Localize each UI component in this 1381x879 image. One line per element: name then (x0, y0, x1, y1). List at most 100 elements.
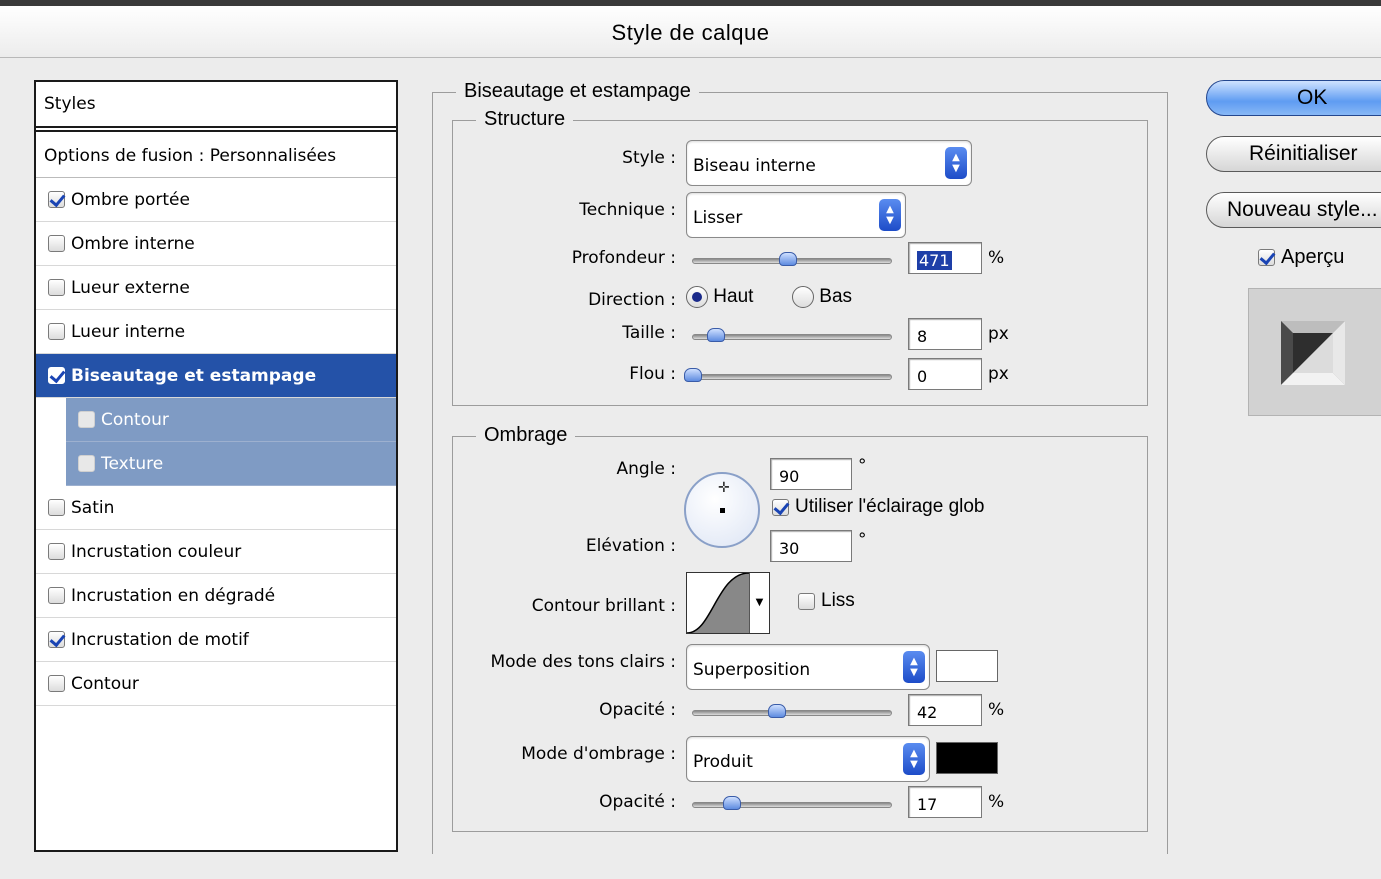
style-item-gradient-overlay[interactable]: Incrustation en dégradé (36, 574, 396, 618)
style-item-label: Biseautage et estampage (71, 365, 317, 386)
inner-shadow-checkbox[interactable] (48, 235, 65, 252)
color-overlay-checkbox[interactable] (48, 543, 65, 560)
slider-thumb[interactable] (768, 704, 786, 718)
inner-glow-checkbox[interactable] (48, 323, 65, 340)
select-arrows-icon: ▲ ▼ (903, 743, 925, 775)
bevel-preview-icon (1281, 321, 1345, 385)
style-item-contour-sub[interactable]: Contour (66, 398, 396, 442)
highlight-opacity-slider[interactable] (692, 704, 892, 720)
drop-shadow-checkbox[interactable] (48, 191, 65, 208)
satin-checkbox[interactable] (48, 499, 65, 516)
shadow-mode-label: Mode d'ombrage : (521, 744, 676, 764)
dialog-titlebar: Style de calque (0, 0, 1381, 58)
angle-input[interactable]: 90 (770, 458, 852, 490)
select-arrows-icon: ▲ ▼ (945, 147, 967, 179)
slider-track (692, 802, 892, 808)
style-item-label: Lueur interne (71, 321, 186, 342)
style-item-texture[interactable]: Texture (66, 442, 396, 486)
highlight-opacity-input[interactable]: 42 (908, 694, 982, 726)
blur-input[interactable]: 0 (908, 358, 982, 390)
shadow-opacity-input[interactable]: 17 (908, 786, 982, 818)
new-style-button[interactable]: Nouveau style... (1206, 192, 1381, 228)
ok-button[interactable]: OK (1206, 80, 1381, 116)
slider-thumb[interactable] (707, 328, 725, 342)
depth-label: Profondeur : (571, 248, 676, 268)
pattern-overlay-checkbox[interactable] (48, 631, 65, 648)
slider-thumb[interactable] (723, 796, 741, 810)
global-light-checkbox[interactable] (772, 498, 789, 516)
elevation-value: 30 (779, 539, 800, 558)
global-light-option[interactable]: Utiliser l'éclairage glob (772, 496, 985, 518)
style-label: Style : (622, 148, 676, 168)
bevel-emboss-checkbox[interactable] (48, 367, 65, 384)
slider-thumb[interactable] (684, 368, 702, 382)
crosshair-icon: ✛ (718, 480, 730, 496)
reset-button[interactable]: Réinitialiser (1206, 136, 1381, 172)
shadow-mode-select[interactable]: Produit ▲ ▼ (686, 736, 930, 782)
stroke-checkbox[interactable] (48, 675, 65, 692)
style-item-color-overlay[interactable]: Incrustation couleur (36, 530, 396, 574)
gloss-contour-label: Contour brillant : (531, 596, 676, 616)
gradient-overlay-checkbox[interactable] (48, 587, 65, 604)
blending-options-item[interactable]: Options de fusion : Personnalisées (36, 130, 396, 178)
style-item-satin[interactable]: Satin (36, 486, 396, 530)
angle-dial-center (720, 508, 725, 513)
antialias-checkbox[interactable] (798, 592, 815, 610)
style-select-value: Biseau interne (693, 156, 816, 176)
elevation-label: Elévation : (585, 536, 676, 556)
size-input[interactable]: 8 (908, 318, 982, 350)
style-item-outer-glow[interactable]: Lueur externe (36, 266, 396, 310)
technique-select[interactable]: Lisser ▲ ▼ (686, 192, 906, 238)
global-light-label: Utiliser l'éclairage glob (795, 496, 985, 517)
depth-slider[interactable] (692, 252, 892, 268)
highlight-opacity-value: 42 (917, 703, 938, 722)
style-item-label: Satin (71, 497, 115, 518)
preview-option[interactable]: Aperçu (1258, 246, 1344, 269)
style-select[interactable]: Biseau interne ▲ ▼ (686, 140, 972, 186)
highlight-color-swatch[interactable] (936, 650, 998, 682)
direction-down-radio[interactable] (791, 286, 814, 308)
style-item-bevel-emboss[interactable]: Biseautage et estampage (36, 354, 396, 398)
shadow-opacity-unit: % (988, 792, 1005, 812)
preview-checkbox[interactable] (1258, 249, 1275, 266)
angle-dial[interactable]: ✛ (684, 472, 760, 548)
styles-list: Styles Options de fusion : Personnalisée… (34, 80, 398, 852)
preview-label: Aperçu (1281, 246, 1345, 268)
blur-slider[interactable] (684, 368, 892, 384)
slider-thumb[interactable] (779, 252, 797, 266)
gloss-contour-picker[interactable]: ▼ (686, 572, 770, 634)
chevron-down-icon[interactable]: ▼ (749, 573, 769, 633)
shadow-opacity-slider[interactable] (692, 796, 892, 812)
highlight-mode-select[interactable]: Superposition ▲ ▼ (686, 644, 930, 690)
shadow-color-swatch[interactable] (936, 742, 998, 774)
style-preview (1248, 288, 1381, 416)
direction-label: Direction : (588, 290, 676, 310)
style-item-label: Ombre portée (71, 189, 190, 210)
style-item-label: Incrustation de motif (71, 629, 249, 650)
contour-sub-checkbox[interactable] (78, 411, 95, 428)
style-item-pattern-overlay[interactable]: Incrustation de motif (36, 618, 396, 662)
direction-up-radio[interactable] (686, 286, 708, 308)
blur-unit: px (988, 364, 1009, 384)
technique-select-value: Lisser (693, 208, 743, 228)
select-arrows-icon: ▲ ▼ (903, 651, 925, 683)
elevation-input[interactable]: 30 (770, 530, 852, 562)
style-item-drop-shadow[interactable]: Ombre portée (36, 178, 396, 222)
size-slider[interactable] (692, 328, 892, 344)
select-arrows-icon: ▲ ▼ (879, 199, 901, 231)
antialias-option[interactable]: Liss (798, 590, 855, 612)
style-item-inner-glow[interactable]: Lueur interne (36, 310, 396, 354)
depth-unit: % (988, 248, 1005, 268)
depth-value: 471 (917, 251, 952, 270)
depth-input[interactable]: 471 (908, 242, 982, 274)
slider-track (692, 710, 892, 716)
texture-checkbox[interactable] (78, 455, 95, 472)
style-item-inner-shadow[interactable]: Ombre interne (36, 222, 396, 266)
style-item-stroke[interactable]: Contour (36, 662, 396, 706)
outer-glow-checkbox[interactable] (48, 279, 65, 296)
style-item-label: Texture (101, 453, 164, 474)
styles-header[interactable]: Styles (36, 82, 396, 128)
style-item-label: Incrustation couleur (71, 541, 242, 562)
blur-label: Flou : (629, 364, 676, 384)
bevel-emboss-legend: Biseautage et estampage (456, 80, 699, 103)
